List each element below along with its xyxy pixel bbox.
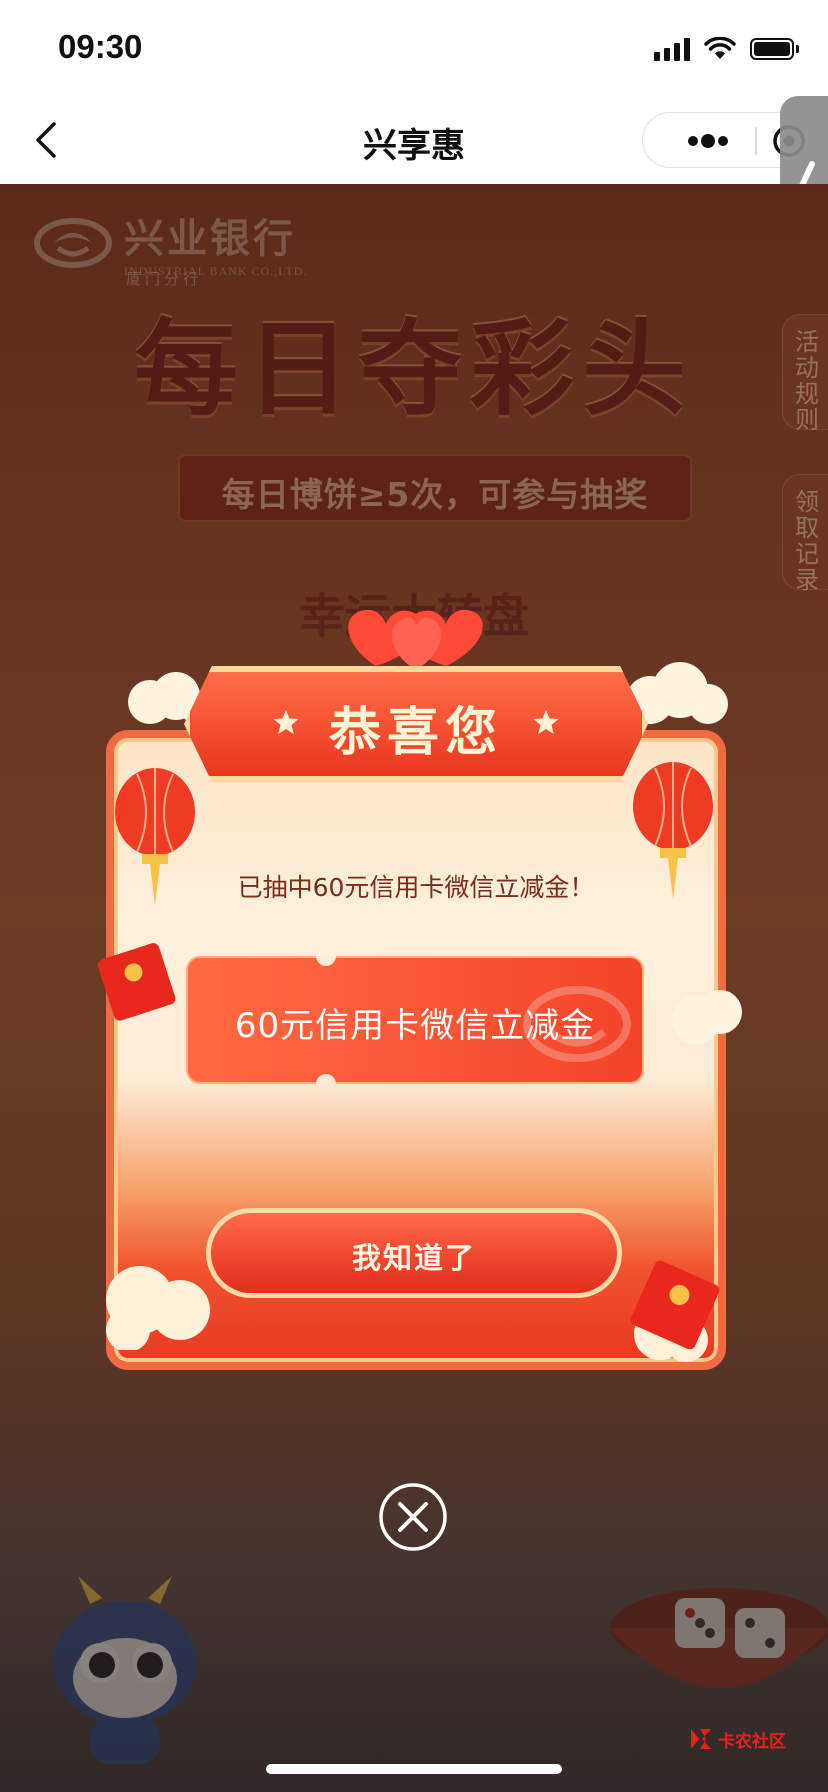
home-indicator[interactable] xyxy=(266,1764,562,1774)
status-icons xyxy=(654,34,799,64)
cellular-signal-icon xyxy=(654,37,690,61)
status-time: 09:30 xyxy=(58,28,143,65)
prize-card: 60元信用卡微信立减金 xyxy=(186,956,644,1084)
red-envelope-icon xyxy=(630,1260,720,1350)
close-modal-icon[interactable] xyxy=(378,1482,448,1552)
prize-modal: 恭喜您 已抽中60元信用卡微信立减金！ 60元信用卡微信立减金 我知道了 xyxy=(97,600,742,1370)
cloud-decoration-icon xyxy=(672,990,742,1044)
prize-message: 已抽中60元信用卡微信立减金！ xyxy=(237,873,595,902)
modal-header: 恭喜您 xyxy=(184,666,648,782)
status-bar: 09:30 xyxy=(0,0,828,96)
community-name: 卡农社区 xyxy=(718,1731,786,1752)
hearts-decoration-icon xyxy=(348,609,483,670)
modal-title: 恭喜您 xyxy=(328,702,503,763)
community-watermark: 卡农社区 xyxy=(688,1726,786,1752)
nav-bar: 兴享惠 xyxy=(0,96,828,184)
community-logo-icon xyxy=(691,1729,711,1749)
confirm-button-label: 我知道了 xyxy=(351,1241,476,1275)
wifi-icon xyxy=(704,37,736,59)
more-dots-icon[interactable] xyxy=(665,127,755,155)
ticket-notch xyxy=(316,956,336,966)
star-icon xyxy=(273,710,299,734)
confirm-button[interactable]: 我知道了 xyxy=(206,1208,622,1298)
prize-name: 60元信用卡微信立减金 xyxy=(234,1006,596,1046)
capsule-divider xyxy=(755,127,757,155)
star-icon xyxy=(533,710,559,734)
battery-icon xyxy=(750,38,799,60)
ticket-notch xyxy=(316,1074,336,1084)
red-envelope-icon xyxy=(97,943,176,1021)
